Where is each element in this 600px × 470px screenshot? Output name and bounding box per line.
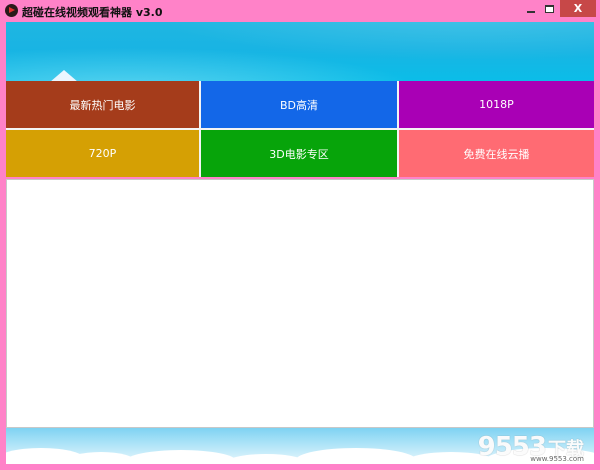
tile-label: 1018P — [479, 98, 514, 111]
cloud-decoration — [126, 450, 236, 464]
tile-3d-movies[interactable]: 3D电影专区 — [201, 130, 397, 177]
window-title: 超碰在线视频观看神器 v3.0 — [22, 6, 163, 19]
tile-1018p[interactable]: 1018P — [399, 81, 594, 128]
header-banner — [6, 22, 594, 81]
close-button[interactable]: X — [560, 0, 596, 17]
maximize-button[interactable] — [536, 0, 562, 17]
close-icon: X — [573, 2, 583, 15]
tile-label: BD高清 — [279, 98, 319, 112]
tile-label: 720P — [88, 147, 117, 160]
tile-label: 3D电影专区 — [269, 147, 329, 161]
content-panel[interactable] — [6, 179, 594, 428]
tile-label: 免费在线云播 — [463, 147, 530, 161]
tile-bd-hd[interactable]: BD高清 — [201, 81, 397, 128]
maximize-icon — [544, 4, 554, 13]
watermark-url: www.9553.com — [530, 455, 584, 463]
cloud-decoration — [296, 448, 416, 464]
cloud-decoration — [226, 454, 306, 464]
tile-latest-movies[interactable]: 最新热门电影 — [6, 81, 199, 128]
category-grid: 最新热门电影 BD高清 1018P 720P 3D电影专区 免费在线云播 — [6, 81, 594, 177]
play-icon — [5, 4, 18, 17]
banner-sky — [6, 22, 594, 81]
banner-peak-decoration — [50, 70, 78, 81]
tile-label: 最新热门电影 — [69, 98, 136, 112]
minimize-icon — [527, 10, 535, 13]
title-bar[interactable]: 超碰在线视频观看神器 v3.0 X — [0, 0, 600, 22]
app-window: 超碰在线视频观看神器 v3.0 X 最新热门电影 BD高清 1018P 720P… — [0, 0, 600, 470]
tile-720p[interactable]: 720P — [6, 130, 199, 177]
footer-clouds: 9553 下载 www.9553.com — [6, 428, 594, 464]
tile-free-cloud-play[interactable]: 免费在线云播 — [399, 130, 594, 177]
